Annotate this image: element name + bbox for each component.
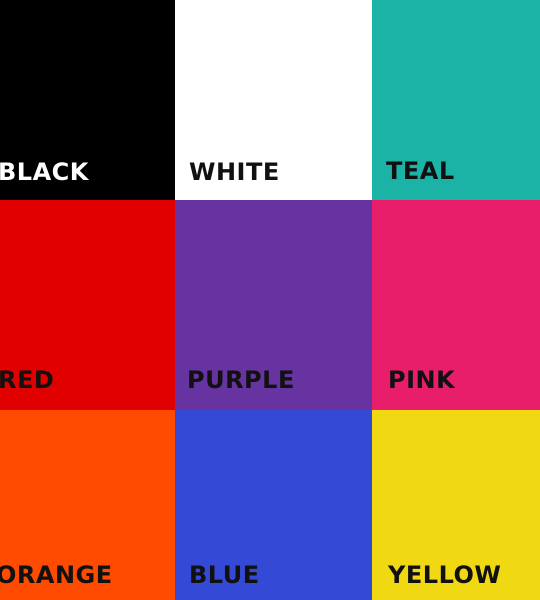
swatch-teal: TEAL [372, 0, 540, 200]
swatch-label-red: RED [0, 366, 55, 394]
swatch-label-blue: BLUE [189, 561, 260, 589]
swatch-label-purple: PURPLE [187, 366, 295, 394]
swatch-purple: PURPLE [175, 200, 372, 410]
swatch-yellow: YELLOW [372, 410, 540, 600]
swatch-label-yellow: YELLOW [388, 561, 502, 589]
swatch-red: RED [0, 200, 175, 410]
swatch-orange: ORANGE [0, 410, 175, 600]
swatch-label-orange: ORANGE [0, 561, 113, 589]
color-swatch-grid: BLACK WHITE TEAL RED PURPLE PINK ORANGE … [0, 0, 540, 600]
swatch-label-pink: PINK [388, 366, 456, 394]
swatch-pink: PINK [372, 200, 540, 410]
swatch-label-black: BLACK [0, 158, 89, 186]
swatch-white: WHITE [175, 0, 372, 200]
swatch-blue: BLUE [175, 410, 372, 600]
swatch-label-white: WHITE [189, 158, 280, 186]
swatch-black: BLACK [0, 0, 175, 200]
swatch-label-teal: TEAL [386, 157, 455, 185]
